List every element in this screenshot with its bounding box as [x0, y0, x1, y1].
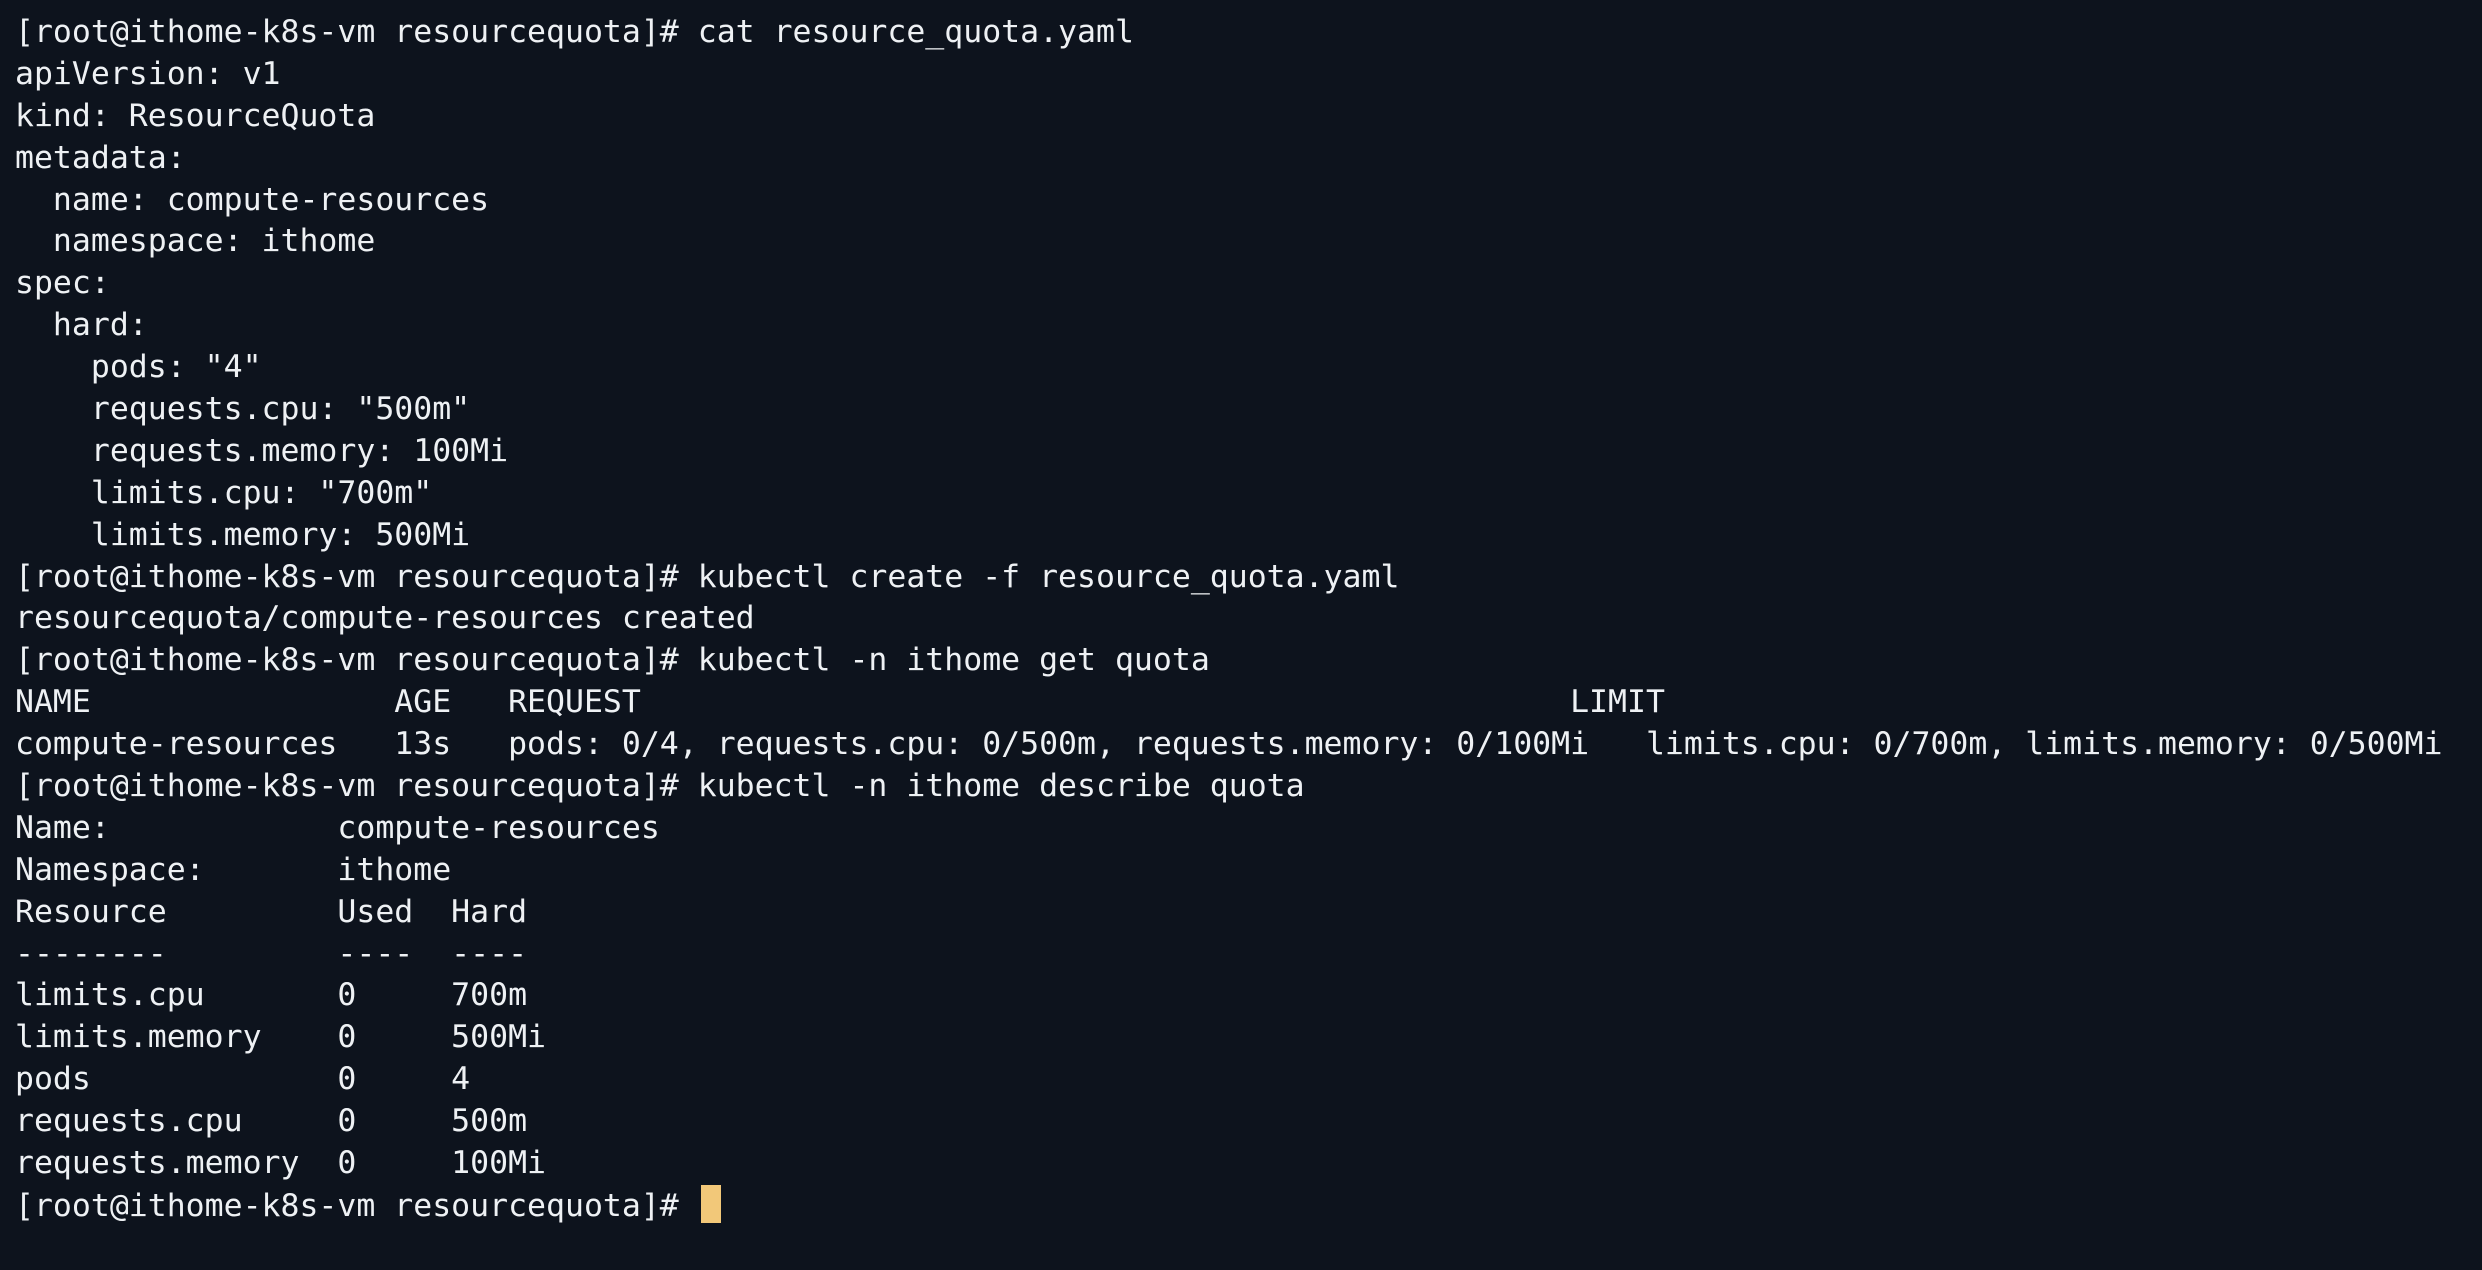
- shell-prompt: [root@ithome-k8s-vm resourcequota]#: [15, 642, 698, 679]
- output-text: requests.cpu: "500m": [15, 391, 471, 428]
- output-line: name: compute-resources: [15, 180, 2482, 222]
- command-text: kubectl -n ithome describe quota: [697, 768, 1305, 805]
- command-text: cat resource_quota.yaml: [697, 14, 1134, 50]
- output-text: namespace: ithome: [15, 223, 376, 260]
- terminal-output: [root@ithome-k8s-vm resourcequota]# cat …: [15, 12, 2482, 1227]
- output-text: apiVersion: v1: [15, 55, 281, 92]
- output-line: pods 0 4: [15, 1059, 2482, 1101]
- text-cursor[interactable]: [700, 1184, 721, 1223]
- output-text: compute-resources 13s pods: 0/4, request…: [15, 726, 2443, 763]
- shell-prompt: [root@ithome-k8s-vm resourcequota]#: [15, 1187, 698, 1224]
- output-line: spec:: [15, 263, 2482, 305]
- output-text: limits.cpu: "700m": [15, 474, 433, 511]
- terminal-window[interactable]: [root@ithome-k8s-vm resourcequota]# cat …: [0, 0, 2482, 1270]
- output-line: NAME AGE REQUEST LIMIT: [15, 682, 2482, 724]
- shell-prompt: [root@ithome-k8s-vm resourcequota]#: [15, 768, 698, 805]
- command-line: [root@ithome-k8s-vm resourcequota]# kube…: [15, 557, 2482, 599]
- command-line: [root@ithome-k8s-vm resourcequota]# cat …: [15, 12, 2482, 54]
- output-text: name: compute-resources: [15, 181, 490, 218]
- output-text: requests.cpu 0 500m: [15, 1103, 528, 1140]
- output-text: requests.memory 0 100Mi: [15, 1145, 547, 1182]
- output-text: pods: "4": [15, 349, 262, 386]
- shell-prompt: [root@ithome-k8s-vm resourcequota]#: [15, 558, 698, 595]
- shell-prompt: [root@ithome-k8s-vm resourcequota]#: [15, 14, 698, 50]
- output-line: namespace: ithome: [15, 221, 2482, 263]
- command-line: [root@ithome-k8s-vm resourcequota]# kube…: [15, 640, 2482, 682]
- output-text: -------- ---- ----: [15, 935, 528, 972]
- output-text: limits.memory: 500Mi: [15, 516, 471, 553]
- output-line: apiVersion: v1: [15, 54, 2482, 96]
- output-text: requests.memory: 100Mi: [15, 432, 509, 469]
- output-line: -------- ---- ----: [15, 934, 2482, 976]
- output-text: Name: compute-resources: [15, 809, 660, 846]
- output-line: Name: compute-resources: [15, 808, 2482, 850]
- output-line: requests.cpu 0 500m: [15, 1101, 2482, 1143]
- output-line: pods: "4": [15, 347, 2482, 389]
- output-line: resourcequota/compute-resources created: [15, 598, 2482, 640]
- output-text: NAME AGE REQUEST LIMIT: [15, 684, 1665, 721]
- command-line: [root@ithome-k8s-vm resourcequota]#: [15, 1184, 2482, 1227]
- output-line: limits.memory 0 500Mi: [15, 1017, 2482, 1059]
- output-line: requests.memory: 100Mi: [15, 431, 2482, 473]
- output-text: limits.memory 0 500Mi: [15, 1019, 547, 1056]
- output-text: kind: ResourceQuota: [15, 97, 376, 134]
- output-line: limits.memory: 500Mi: [15, 515, 2482, 557]
- output-line: limits.cpu: "700m": [15, 473, 2482, 515]
- command-text: kubectl create -f resource_quota.yaml: [697, 558, 1400, 595]
- output-line: hard:: [15, 305, 2482, 347]
- output-line: limits.cpu 0 700m: [15, 975, 2482, 1017]
- output-text: spec:: [15, 265, 110, 302]
- output-line: requests.memory 0 100Mi: [15, 1143, 2482, 1185]
- output-line: requests.cpu: "500m": [15, 389, 2482, 431]
- output-text: pods 0 4: [15, 1061, 471, 1098]
- output-text: limits.cpu 0 700m: [15, 977, 528, 1014]
- output-text: Resource Used Hard: [15, 893, 528, 930]
- output-line: compute-resources 13s pods: 0/4, request…: [15, 724, 2482, 766]
- command-line: [root@ithome-k8s-vm resourcequota]# kube…: [15, 766, 2482, 808]
- output-line: kind: ResourceQuota: [15, 96, 2482, 138]
- output-line: Resource Used Hard: [15, 892, 2482, 934]
- output-line: Namespace: ithome: [15, 850, 2482, 892]
- output-text: Namespace: ithome: [15, 851, 452, 888]
- output-text: metadata:: [15, 139, 186, 176]
- output-text: resourcequota/compute-resources created: [15, 600, 755, 637]
- command-text: kubectl -n ithome get quota: [697, 642, 1210, 679]
- output-text: hard:: [15, 307, 148, 344]
- output-line: metadata:: [15, 138, 2482, 180]
